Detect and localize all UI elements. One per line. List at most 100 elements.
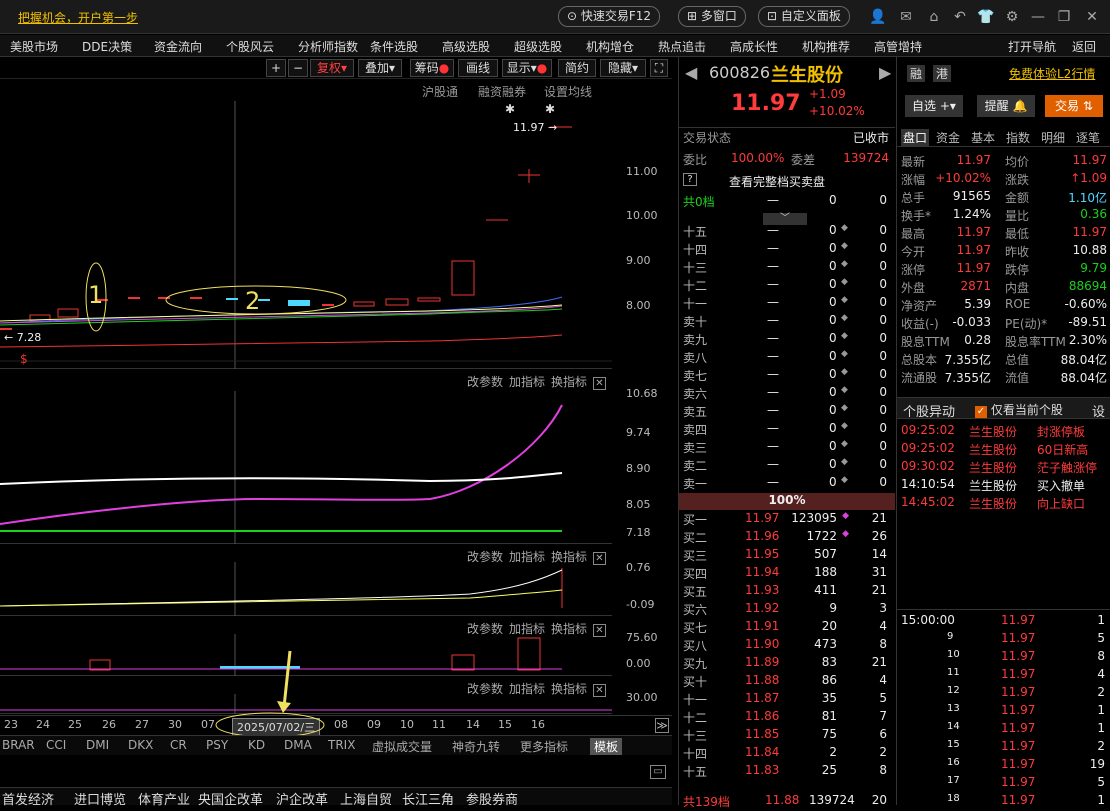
zoom-out-button[interactable]: − xyxy=(288,59,308,77)
quote-tab[interactable]: 指数 xyxy=(1006,129,1030,146)
yincang-dropdown[interactable]: 隐藏▾ xyxy=(600,59,646,77)
indicator-tab[interactable]: TRIX xyxy=(328,738,355,752)
indicator-tab[interactable]: CCI xyxy=(46,738,66,752)
close-icon[interactable]: ✕ xyxy=(593,552,606,565)
indicator-tab[interactable]: DMA xyxy=(284,738,312,752)
sector-tab[interactable]: 央国企改革 xyxy=(198,789,263,808)
alert-row[interactable]: 14:45:02 兰生股份 向上缺口 xyxy=(897,495,1110,513)
alert-row[interactable]: 09:30:02 兰生股份 茫子触涨停 xyxy=(897,459,1110,477)
indicator-tab[interactable]: PSY xyxy=(206,738,228,752)
edit-params-button[interactable]: 改参数 xyxy=(467,622,503,636)
add-indicator-button[interactable]: 加指标 xyxy=(509,622,545,636)
menu-item[interactable]: 超级选股 xyxy=(514,38,562,55)
menu-item[interactable]: 机构增仓 xyxy=(586,38,634,55)
template-tab[interactable]: 模板 xyxy=(590,738,623,755)
user-icon[interactable]: 👤 xyxy=(868,8,888,26)
sector-tab[interactable]: 沪企改革 xyxy=(276,789,328,808)
mail-icon[interactable]: ✉ xyxy=(896,8,916,26)
indicator-pane-2[interactable]: 改参数 加指标 换指标 ✕ xyxy=(0,369,612,544)
prev-stock-icon[interactable]: ◀ xyxy=(685,63,697,82)
current-stock-checkbox[interactable]: ✓ 仅看当前个股 xyxy=(975,401,1063,418)
gang-badge[interactable]: 港 xyxy=(933,65,952,82)
scroll-right-icon[interactable]: ≫ xyxy=(655,718,669,733)
close-icon[interactable]: ✕ xyxy=(1082,8,1102,26)
minimize-icon[interactable]: — xyxy=(1028,8,1048,26)
custom-panel-button[interactable]: ⊡ 自定义面板 xyxy=(758,6,850,27)
add-indicator-button[interactable]: 加指标 xyxy=(509,375,545,389)
rong-badge[interactable]: 融 xyxy=(907,65,926,82)
indicator-tab[interactable]: 虚拟成交量 xyxy=(372,738,432,755)
menu-item[interactable]: 热点追击 xyxy=(658,38,706,55)
indicator-tab[interactable]: 神奇九转 xyxy=(452,738,500,755)
indicator-pane-3[interactable]: 改参数 加指标 换指标 ✕ xyxy=(0,544,612,616)
fuquan-dropdown[interactable]: 复权▾ xyxy=(310,59,354,77)
add-indicator-button[interactable]: 加指标 xyxy=(509,550,545,564)
rongzi-link[interactable]: 融资融券 xyxy=(478,83,526,100)
alert-row[interactable]: 09:25:02 兰生股份 封涨停板 xyxy=(897,423,1110,441)
close-icon[interactable]: ✕ xyxy=(593,624,606,637)
indicator-tab[interactable]: DMI xyxy=(86,738,109,752)
back-icon[interactable]: ↶ xyxy=(950,8,970,26)
quote-tab[interactable]: 逐笔 xyxy=(1076,129,1100,146)
switch-indicator-button[interactable]: 换指标 xyxy=(551,682,587,696)
sector-tab[interactable]: 体育产业 xyxy=(138,789,190,808)
add-indicator-button[interactable]: 加指标 xyxy=(509,682,545,696)
sector-tab[interactable]: 进口博览 xyxy=(74,789,126,808)
menu-item[interactable]: 条件选股 xyxy=(370,38,418,55)
quick-trade-button[interactable]: ⊙ 快速交易F12 xyxy=(558,6,661,27)
sector-tab[interactable]: 长江三角 xyxy=(402,789,454,808)
menu-item[interactable]: 资金流向 xyxy=(154,38,202,55)
menu-item[interactable]: 个股风云 xyxy=(226,38,274,55)
menu-item[interactable]: 分析师指数 xyxy=(298,38,358,55)
huaxian-button[interactable]: 画线 xyxy=(458,59,498,77)
close-icon[interactable]: ✕ xyxy=(593,684,606,697)
switch-indicator-button[interactable]: 换指标 xyxy=(551,550,587,564)
quote-tab[interactable]: 基本 xyxy=(971,129,995,146)
indicator-tab[interactable]: BRAR xyxy=(2,738,35,752)
multi-window-button[interactable]: ⊞ 多窗口 xyxy=(678,6,746,27)
full-book-link[interactable]: 查看完整档买卖盘 xyxy=(729,173,825,190)
quote-tab[interactable]: 资金 xyxy=(936,129,960,146)
alert-row[interactable]: 14:10:54 兰生股份 买入撤单 xyxy=(897,477,1110,495)
menu-item[interactable]: 返回 xyxy=(1072,38,1096,55)
home-icon[interactable]: ⌂ xyxy=(924,8,944,26)
menu-item[interactable]: 高管增持 xyxy=(874,38,922,55)
full-book-row[interactable]: ? 查看完整档买卖盘 xyxy=(679,173,893,191)
help-icon[interactable]: ? xyxy=(683,173,697,186)
menu-item[interactable]: DDE决策 xyxy=(82,38,132,55)
indicator-tab[interactable]: DKX xyxy=(128,738,153,752)
menu-item[interactable]: 高级选股 xyxy=(442,38,490,55)
price-pane[interactable]: ✱ ✱ $ 11.97 → ← 7.28 1 2 xyxy=(0,101,612,369)
edit-params-button[interactable]: 改参数 xyxy=(467,682,503,696)
close-icon[interactable]: ✕ xyxy=(593,377,606,390)
edit-params-button[interactable]: 改参数 xyxy=(467,550,503,564)
promo-link[interactable]: 把握机会，开户第一步 xyxy=(18,9,138,26)
menu-item[interactable]: 机构推荐 xyxy=(802,38,850,55)
edit-params-button[interactable]: 改参数 xyxy=(467,375,503,389)
alert-row[interactable]: 09:25:02 兰生股份 60日新高 xyxy=(897,441,1110,459)
ma-settings-link[interactable]: 设置均线 xyxy=(544,83,592,100)
indicator-tab[interactable]: CR xyxy=(170,738,187,752)
quote-tab[interactable]: 盘口 xyxy=(901,129,930,146)
next-stock-icon[interactable]: ▶ xyxy=(879,63,891,82)
settings-icon[interactable]: ⚙ xyxy=(1002,8,1022,26)
alerts-settings[interactable]: 设 xyxy=(1092,401,1105,420)
expand-icon[interactable]: ▭ xyxy=(650,765,666,779)
watchlist-button[interactable]: 自选 +▾ xyxy=(905,95,963,117)
diejia-dropdown[interactable]: 叠加▾ xyxy=(358,59,402,77)
sector-tab[interactable]: 首发经济 xyxy=(2,789,54,808)
menu-item[interactable]: 高成长性 xyxy=(730,38,778,55)
indicator-tab[interactable]: KD xyxy=(248,738,265,752)
menu-item[interactable]: 打开导航 xyxy=(1008,38,1056,55)
skin-icon[interactable]: 👕 xyxy=(976,8,996,26)
zoom-in-button[interactable]: + xyxy=(266,59,286,77)
switch-indicator-button[interactable]: 换指标 xyxy=(551,375,587,389)
fullscreen-icon[interactable]: ⛶ xyxy=(650,59,668,77)
menu-item[interactable]: 美股市场 xyxy=(10,38,58,55)
switch-indicator-button[interactable]: 换指标 xyxy=(551,622,587,636)
restore-icon[interactable]: ❐ xyxy=(1054,8,1074,26)
xianshi-dropdown[interactable]: 显示▾● xyxy=(502,59,552,77)
sector-tab[interactable]: 参股券商 xyxy=(466,789,518,808)
sector-tab[interactable]: 上海自贸 xyxy=(340,789,392,808)
l2-link[interactable]: 免费体验L2行情 xyxy=(1009,65,1095,82)
